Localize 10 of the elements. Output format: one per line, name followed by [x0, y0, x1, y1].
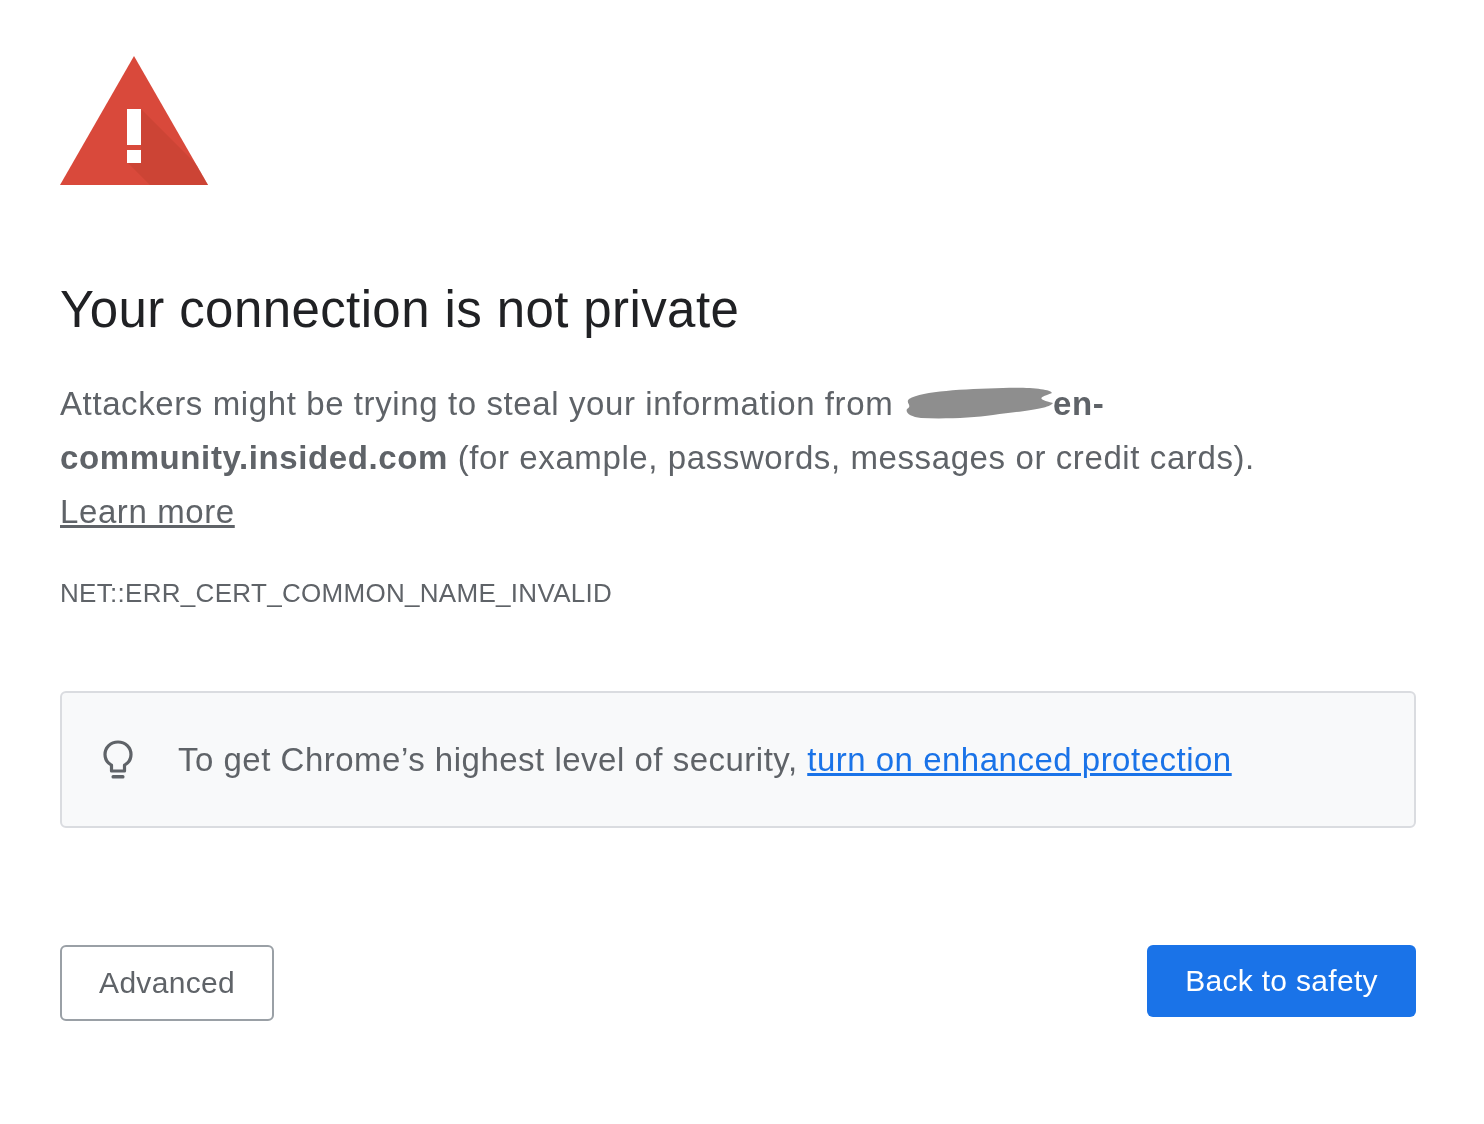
error-code: NET::ERR_CERT_COMMON_NAME_INVALID [60, 577, 614, 609]
page-heading: Your connection is not private [60, 281, 741, 339]
lightbulb-icon [102, 738, 134, 781]
learn-more-link[interactable]: Learn more [60, 493, 235, 530]
tip-text: To get Chrome’s highest level of security, turn on enhanced protection [178, 739, 1232, 780]
advanced-button[interactable]: Advanced [60, 945, 274, 1021]
warning-message: Attackers might be trying to steal your information from en-community.insided.com (for example, passwords, messages or credit cards). Learn more [60, 384, 1256, 532]
warning-triangle-icon [60, 56, 208, 185]
enhanced-protection-link[interactable]: turn on enhanced protection [807, 740, 1232, 778]
back-to-safety-button[interactable]: Back to safety [1147, 945, 1416, 1017]
